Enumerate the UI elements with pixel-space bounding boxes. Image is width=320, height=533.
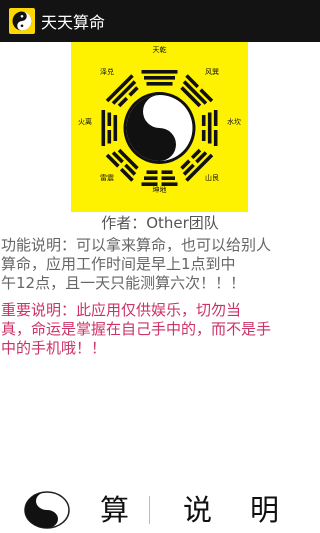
trigram xyxy=(101,110,118,146)
app-title: 天天算命 xyxy=(41,13,106,32)
bottom-nav: 算 说 明 xyxy=(0,487,320,533)
label-top-left: 泽兑 xyxy=(100,67,114,76)
important-notice: 重要说明：此应用仅供娱乐，切勿当 真，命运是掌握在自己手中的，而不是手 中的手机… xyxy=(0,301,320,358)
bagua-image: 天乾 坤地 火离 水坎 泽兑 风巽 雷震 山艮 xyxy=(71,42,248,212)
nav-suan-button[interactable]: 算 xyxy=(100,487,129,533)
trigram xyxy=(201,110,218,146)
label-top-right: 风巽 xyxy=(205,68,219,76)
description-line: 功能说明：可以拿来算命，也可以给别人 xyxy=(1,236,272,254)
author-label: 作者：Other团队 xyxy=(101,214,219,232)
trigram xyxy=(141,170,178,186)
description-line: 午12点，且一天只能测算六次！！！ xyxy=(1,274,246,292)
label-left: 火离 xyxy=(78,117,92,126)
nav-ming-button[interactable]: 明 xyxy=(250,487,279,533)
yin-yang-icon[interactable] xyxy=(22,487,72,533)
label-bottom: 坤地 xyxy=(153,185,167,194)
label-top: 天乾 xyxy=(153,45,167,54)
notice-line: 重要说明：此应用仅供娱乐，切勿当 xyxy=(1,301,242,319)
title-bar: 天天算命 xyxy=(0,0,320,42)
yin-yang-symbol xyxy=(123,92,196,164)
nav-shuo-button[interactable]: 说 xyxy=(183,487,212,533)
trigram xyxy=(141,70,178,86)
nav-divider xyxy=(149,496,151,524)
notice-line: 真，命运是掌握在自己手中的，而不是手 xyxy=(1,320,272,338)
function-description: 功能说明：可以拿来算命，也可以给别人 算命，应用工作时间是早上1点到中 午12点… xyxy=(0,236,320,293)
notice-line: 中的手机哦！！ xyxy=(1,339,107,357)
label-right: 水坎 xyxy=(227,117,241,126)
description-line: 算命，应用工作时间是早上1点到中 xyxy=(1,255,236,273)
label-bottom-left: 雷震 xyxy=(100,174,114,182)
label-bottom-right: 山艮 xyxy=(205,173,219,182)
yin-yang-icon xyxy=(9,8,35,34)
bagua-diagram: 天乾 坤地 火离 水坎 泽兑 风巽 雷震 山艮 xyxy=(78,45,241,194)
